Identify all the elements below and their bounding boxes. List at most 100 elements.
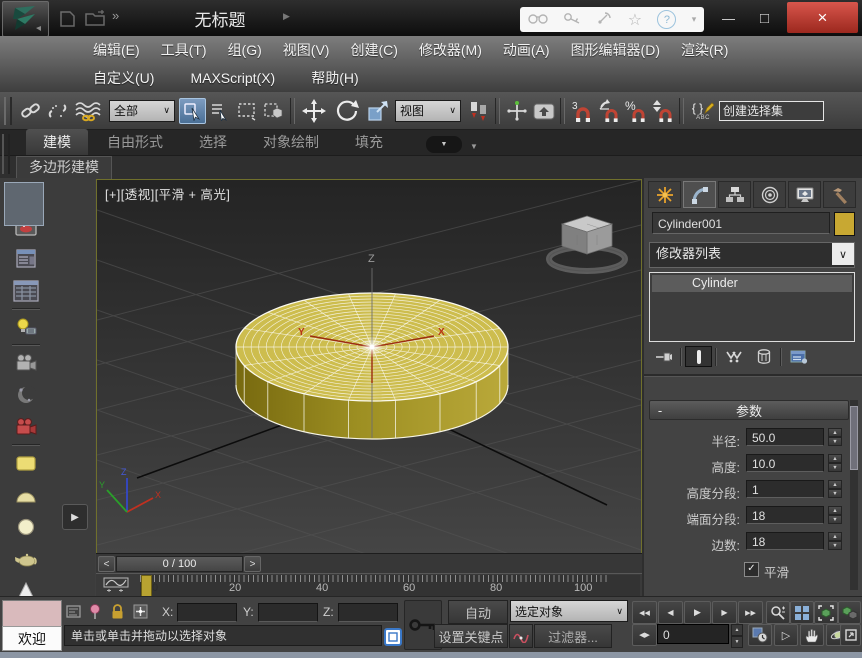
remove-modifier-button[interactable]: [750, 346, 777, 367]
height-spinner[interactable]: ▲ ▼: [828, 454, 842, 472]
height-segments-field[interactable]: 1: [746, 480, 824, 498]
track-bar[interactable]: 0 20 40 60 80 100: [96, 573, 642, 597]
menu-group[interactable]: 组(G): [228, 40, 262, 60]
sphere-primitive-icon[interactable]: [10, 512, 42, 542]
pin-stack-button[interactable]: [650, 346, 677, 367]
help-dropdown-icon[interactable]: ▾: [692, 14, 697, 25]
isolate-selection-icon[interactable]: [88, 603, 102, 624]
zoom-icon[interactable]: [766, 601, 790, 624]
spinner-up-icon[interactable]: ▲: [828, 480, 842, 489]
select-object-button[interactable]: [179, 98, 206, 124]
zoom-all-icon[interactable]: [790, 601, 814, 624]
percent-snap-toggle-button[interactable]: %: [622, 98, 649, 124]
bind-to-spacewarp-button[interactable]: [71, 98, 105, 124]
render-dialog-large-icon[interactable]: [10, 276, 42, 306]
height-field[interactable]: 10.0: [746, 454, 824, 472]
menu-animation[interactable]: 动画(A): [503, 40, 550, 60]
polygon-modeling-panel-tab[interactable]: 多边形建模: [16, 156, 112, 179]
cap-segments-field[interactable]: 18: [746, 506, 824, 524]
select-and-scale-button[interactable]: [364, 98, 391, 124]
dome-primitive-icon[interactable]: [10, 480, 42, 510]
time-slider-value[interactable]: 0 / 100: [116, 556, 243, 572]
pan-hand-icon[interactable]: [800, 624, 824, 646]
menu-tools[interactable]: 工具(T): [161, 40, 207, 60]
object-name-field[interactable]: Cylinder001: [652, 212, 830, 234]
zoom-extents-selected-icon[interactable]: [814, 601, 838, 624]
track-bar-ruler[interactable]: 0 20 40 60 80 100: [140, 575, 640, 596]
new-key-default-in-out-button[interactable]: [509, 624, 533, 648]
create-tab[interactable]: [648, 181, 681, 208]
maximize-viewport-toggle-icon[interactable]: [840, 624, 861, 646]
help-icon[interactable]: ?: [657, 10, 676, 29]
menu-modifiers[interactable]: 修改器(M): [419, 40, 482, 60]
object-color-swatch[interactable]: [834, 212, 855, 236]
y-coord-field[interactable]: [258, 603, 318, 622]
spinner-up-icon[interactable]: ▲: [828, 428, 842, 437]
maxscript-mini-listener[interactable]: [2, 600, 62, 627]
scene-explorer-icon[interactable]: [384, 628, 402, 649]
spinner-down-icon[interactable]: ▼: [828, 541, 842, 550]
toolbar-drag-handle[interactable]: [4, 97, 12, 125]
ribbon-tab-freeform[interactable]: 自由形式: [90, 129, 180, 155]
previous-frame-button[interactable]: ◀: [658, 601, 683, 624]
spinner-up-icon[interactable]: ▲: [828, 532, 842, 541]
menu-graph-editors[interactable]: 图形编辑器(D): [571, 40, 660, 60]
plane-primitive-icon[interactable]: [10, 448, 42, 478]
select-and-rotate-button[interactable]: [330, 98, 364, 124]
go-to-start-button[interactable]: ◀◀: [632, 601, 657, 624]
utilities-tab[interactable]: [823, 181, 856, 208]
welcome-button[interactable]: 欢迎: [2, 626, 62, 651]
select-and-manipulate-button[interactable]: [503, 98, 530, 124]
filters-button[interactable]: 过滤器...: [534, 624, 612, 648]
environment-icon[interactable]: [10, 380, 42, 410]
menu-help[interactable]: 帮助(H): [311, 68, 358, 88]
named-selection-set-field[interactable]: 创建选择集: [719, 101, 824, 121]
go-to-end-button[interactable]: ▶▶: [738, 601, 763, 624]
search-binoculars-icon[interactable]: [528, 11, 548, 28]
height-segments-spinner[interactable]: ▲ ▼: [828, 480, 842, 498]
close-button[interactable]: ×: [787, 2, 858, 33]
motion-tab[interactable]: [753, 181, 786, 208]
viewport-layout-expand-button[interactable]: ▶: [62, 504, 88, 530]
spinner-up-icon[interactable]: ▲: [828, 454, 842, 463]
ribbon-tab-modeling[interactable]: 建模: [26, 129, 88, 155]
spinner-down-icon[interactable]: ▼: [828, 489, 842, 498]
scrollbar-thumb[interactable]: [850, 406, 858, 470]
ribbon-collapse-arrow-icon[interactable]: ▼: [470, 142, 478, 151]
camera-icon[interactable]: [10, 348, 42, 378]
parameters-rollout-header[interactable]: - 参数: [649, 400, 849, 420]
menu-customize[interactable]: 自定义(U): [93, 68, 154, 88]
make-unique-button[interactable]: [720, 346, 747, 367]
spinner-down-icon[interactable]: ▼: [828, 463, 842, 472]
absolute-offset-mode-icon[interactable]: [132, 603, 149, 623]
window-crossing-toggle-button[interactable]: [260, 98, 287, 124]
ribbon-tab-populate[interactable]: 填充: [338, 129, 400, 155]
light-lister-icon[interactable]: [10, 312, 42, 342]
select-by-name-button[interactable]: [206, 98, 233, 124]
use-pivot-center-button[interactable]: [465, 98, 492, 124]
open-file-icon[interactable]: [84, 10, 108, 31]
viewport-canvas[interactable]: Z Y X Z: [97, 180, 641, 553]
subscription-key-icon[interactable]: [563, 11, 581, 28]
menu-create[interactable]: 创建(C): [350, 40, 397, 60]
perspective-viewport[interactable]: Z Y X Z: [96, 179, 642, 554]
modifier-list-dropdown[interactable]: 修改器列表 ∨: [649, 242, 855, 268]
mini-curve-editor-button[interactable]: [100, 576, 132, 594]
spinner-down-icon[interactable]: ▼: [731, 636, 743, 648]
x-coord-field[interactable]: [177, 603, 237, 622]
minimize-button[interactable]: —: [712, 5, 745, 32]
display-tab[interactable]: [788, 181, 821, 208]
spinner-snap-toggle-button[interactable]: [649, 98, 676, 124]
modify-tab[interactable]: [683, 181, 716, 208]
edit-named-selection-sets-button[interactable]: { } ABC: [687, 98, 719, 124]
radius-spinner[interactable]: ▲ ▼: [828, 428, 842, 446]
current-frame-marker[interactable]: [141, 575, 152, 598]
current-frame-field[interactable]: 0: [657, 624, 729, 644]
z-coord-field[interactable]: [338, 603, 398, 622]
maximize-button[interactable]: □: [748, 5, 781, 32]
viewport-label-menus[interactable]: [+][透视][平滑 + 高光]: [105, 184, 230, 203]
select-and-move-button[interactable]: [298, 98, 330, 124]
viewcube[interactable]: [549, 216, 625, 271]
spinner-up-icon[interactable]: ▲: [731, 624, 743, 636]
spinner-down-icon[interactable]: ▼: [828, 515, 842, 524]
